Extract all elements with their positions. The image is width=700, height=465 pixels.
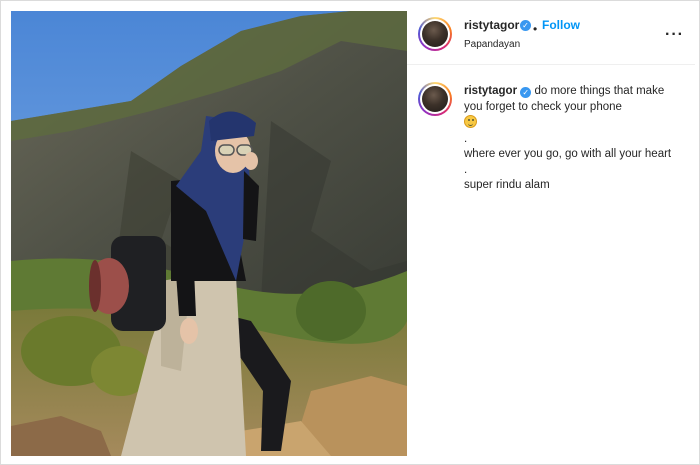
post-header: ristytagor ✓ • Follow Papandayan ··· [407, 11, 695, 65]
grinning-sweat-emoji [464, 115, 477, 128]
mountain-photo [11, 11, 407, 456]
caption-dot: . [464, 132, 468, 145]
follow-button[interactable]: Follow [542, 18, 580, 32]
verified-badge-icon: ✓ [520, 20, 531, 31]
separator-dot: • [533, 22, 538, 36]
more-options-icon[interactable]: ··· [665, 26, 684, 44]
avatar-photo [422, 86, 448, 112]
header-username[interactable]: ristytagor [464, 18, 519, 32]
post-photo[interactable] [11, 11, 407, 456]
location-link[interactable]: Papandayan [464, 39, 520, 50]
caption-dot: . [464, 163, 468, 176]
avatar[interactable] [418, 17, 452, 51]
caption-text-line2: where ever you go, go with all your hear… [464, 148, 672, 160]
post-sidebar: ristytagor ✓ • Follow Papandayan ··· ris… [407, 11, 695, 456]
avatar-photo [422, 21, 448, 47]
verified-badge-icon: ✓ [520, 87, 532, 98]
caption-text-line3: super rindu alam [464, 179, 550, 191]
post-frame: ristytagor ✓ • Follow Papandayan ··· ris… [0, 0, 700, 465]
post-caption: ristytagor ✓ do more things that make yo… [464, 84, 674, 194]
caption-username[interactable]: ristytagor [464, 85, 517, 97]
caption-avatar[interactable] [418, 82, 452, 116]
